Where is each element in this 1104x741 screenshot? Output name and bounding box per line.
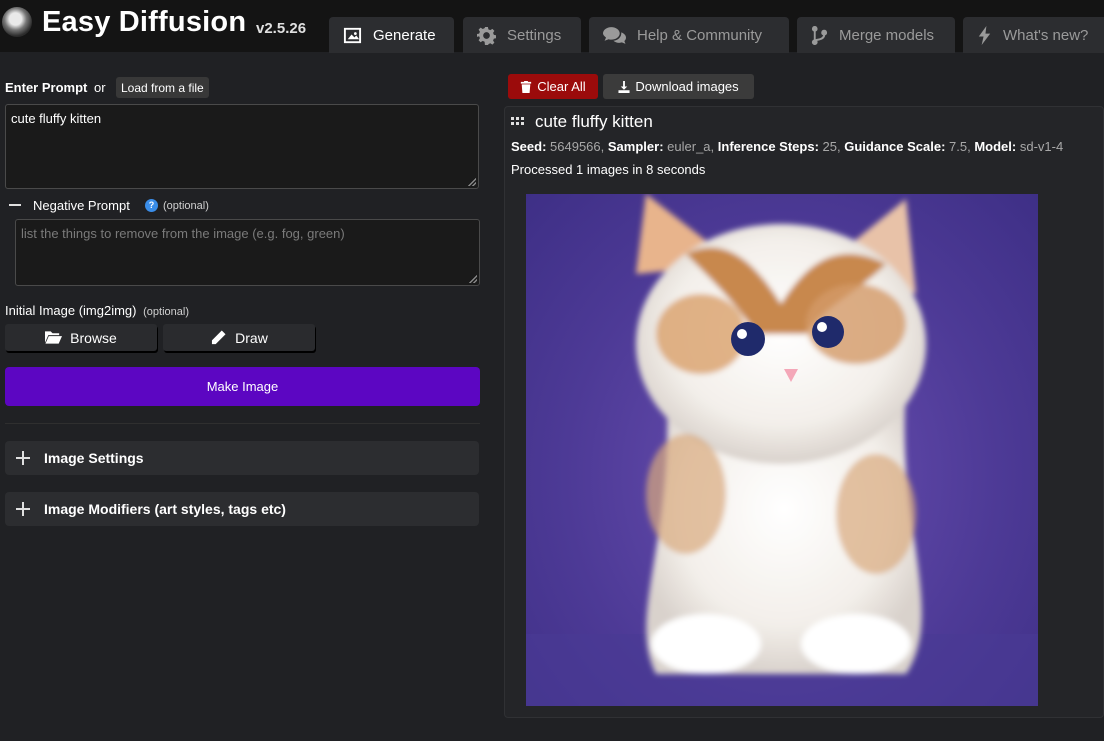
tab-label: Help & Community [637, 26, 763, 44]
browse-label: Browse [70, 329, 117, 346]
prompt-input[interactable]: cute fluffy kitten [5, 104, 479, 189]
prompt-label: Enter Prompt [5, 80, 88, 95]
clear-all-label: Clear All [537, 79, 586, 94]
or-text: or [93, 80, 106, 95]
folder-open-icon [45, 331, 63, 344]
tab-label: Settings [507, 26, 562, 44]
draw-button[interactable]: Draw [163, 324, 315, 351]
image-settings-label: Image Settings [44, 450, 144, 466]
browse-button[interactable]: Browse [5, 324, 157, 351]
model-label: Model: [974, 139, 1017, 154]
sampler-label: Sampler: [607, 139, 664, 154]
negative-optional-text: (optional) [163, 200, 209, 212]
app-version: v2.5.26 [256, 20, 307, 37]
comments-icon [603, 26, 626, 44]
bolt-icon [978, 25, 991, 45]
negative-prompt-label: Negative Prompt [33, 198, 130, 213]
resize-handle-icon[interactable] [468, 178, 476, 186]
make-image-button[interactable]: Make Image [5, 367, 480, 406]
divider [5, 423, 480, 424]
help-question-icon[interactable]: ? [145, 199, 158, 212]
sampler-value: euler_a, [667, 139, 715, 154]
seed-label: Seed: [511, 139, 547, 154]
steps-value: 25, [822, 139, 841, 154]
tab-settings[interactable]: Settings [463, 17, 581, 53]
gear-icon [477, 26, 496, 45]
tab-whats-new[interactable]: What's new? [963, 17, 1104, 53]
tab-merge-models[interactable]: Merge models [797, 17, 955, 53]
image-modifiers-label: Image Modifiers (art styles, tags etc) [44, 501, 286, 517]
negative-prompt-placeholder: list the things to remove from the image… [21, 226, 345, 241]
prompt-value: cute fluffy kitten [11, 111, 102, 126]
negative-prompt-label-row: Negative Prompt [33, 198, 130, 213]
clear-all-button[interactable]: Clear All [508, 74, 598, 99]
prompt-label-row: Enter Prompt or [5, 80, 106, 95]
trash-icon [521, 80, 532, 93]
init-image-label-row: Initial Image (img2img) (optional) [5, 303, 189, 318]
collapse-negative-prompt-icon[interactable] [9, 204, 21, 206]
image-icon [343, 27, 362, 43]
load-from-file-button[interactable]: Load from a file [116, 77, 209, 98]
tab-help-community[interactable]: Help & Community [589, 17, 789, 53]
app-logo-icon [2, 7, 32, 37]
app-title: Easy Diffusion [42, 6, 247, 38]
tab-label: Generate [373, 26, 436, 44]
steps-label: Inference Steps: [717, 139, 819, 154]
guidance-value: 7.5, [949, 139, 971, 154]
plus-icon [16, 451, 30, 465]
guidance-label: Guidance Scale: [844, 139, 946, 154]
image-modifiers-section[interactable]: Image Modifiers (art styles, tags etc) [5, 492, 479, 526]
top-bar: Easy Diffusion v2.5.26 Generate Settings… [0, 0, 1104, 53]
image-settings-section[interactable]: Image Settings [5, 441, 479, 475]
download-icon [618, 80, 630, 93]
tab-generate[interactable]: Generate [329, 17, 454, 53]
download-images-label: Download images [635, 79, 739, 94]
code-branch-icon [811, 25, 827, 45]
tab-label: What's new? [1003, 26, 1089, 44]
processed-status: Processed 1 images in 8 seconds [511, 162, 706, 177]
result-title: cute fluffy kitten [535, 112, 653, 131]
pencil-icon [212, 330, 226, 345]
kitten-illustration [526, 194, 1038, 706]
model-value: sd-v1-4 [1019, 139, 1064, 154]
tab-label: Merge models [839, 26, 935, 44]
init-image-optional-text: (optional) [143, 306, 189, 318]
draw-label: Draw [235, 329, 268, 346]
seed-value: 5649566, [550, 139, 605, 154]
result-metadata: Seed: 5649566, Sampler: euler_a, Inferen… [511, 139, 1104, 154]
grid-icon [511, 117, 525, 127]
negative-prompt-input[interactable]: list the things to remove from the image… [15, 219, 480, 286]
resize-handle-icon[interactable] [469, 275, 477, 283]
generated-image[interactable] [526, 194, 1038, 706]
download-images-button[interactable]: Download images [603, 74, 754, 99]
init-image-label: Initial Image (img2img) [5, 303, 137, 318]
plus-icon [16, 502, 30, 516]
